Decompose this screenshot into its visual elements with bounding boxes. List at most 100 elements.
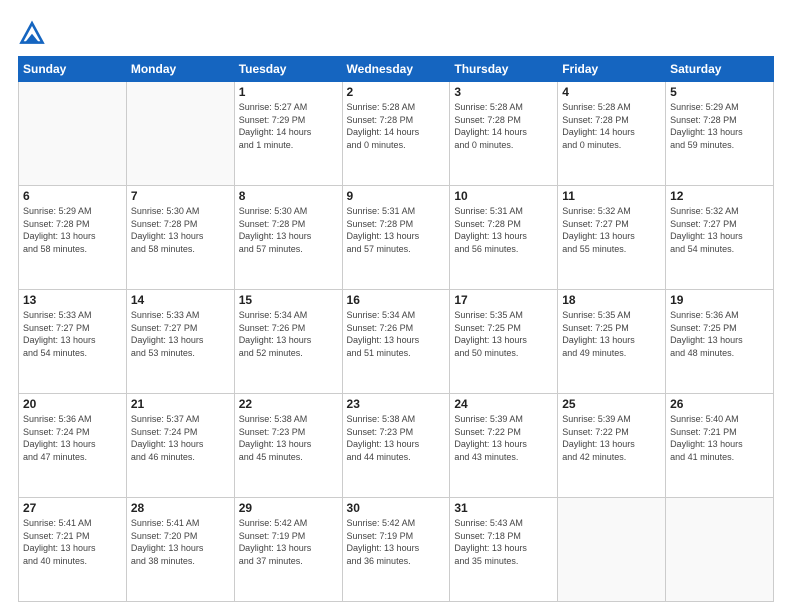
weekday-header-saturday: Saturday — [666, 57, 774, 82]
day-number: 18 — [562, 293, 661, 307]
day-info: Sunrise: 5:38 AM Sunset: 7:23 PM Dayligh… — [347, 413, 446, 463]
empty-cell — [126, 82, 234, 186]
day-cell-29: 29Sunrise: 5:42 AM Sunset: 7:19 PM Dayli… — [234, 498, 342, 602]
day-info: Sunrise: 5:31 AM Sunset: 7:28 PM Dayligh… — [454, 205, 553, 255]
day-cell-19: 19 Sunrise: 5:36 AM Sunset: 7:25 PM Dayli… — [666, 290, 774, 394]
weekday-header-wednesday: Wednesday — [342, 57, 450, 82]
day-cell-5: 5 Sunrise: 5:29 AM Sunset: 7:28 PM Daylig… — [666, 82, 774, 186]
day-number: 5 — [670, 85, 769, 99]
week-row-5: 27 Sunrise: 5:41 AM Sunset: 7:21 PM Dayli… — [19, 498, 774, 602]
day-info: Sunrise: 5:28 AM Sunset: 7:28 PM Dayligh… — [562, 101, 661, 151]
day-info: Sunrise: 5:36 AM Sunset: 7:25 PM Dayligh… — [670, 309, 769, 359]
day-number: 13 — [23, 293, 122, 307]
day-cell-11: 11 Sunrise: 5:32 AM Sunset: 7:27 PM Dayli… — [558, 186, 666, 290]
day-number: 23 — [347, 397, 446, 411]
logo — [18, 18, 50, 46]
day-number: 8 — [239, 189, 338, 203]
day-cell-20: 20 Sunrise: 5:36 AM Sunset: 7:24 PM Dayli… — [19, 394, 127, 498]
day-cell-14: 14Sunrise: 5:33 AM Sunset: 7:27 PM Dayli… — [126, 290, 234, 394]
day-cell-9: 9Sunrise: 5:31 AM Sunset: 7:28 PM Daylig… — [342, 186, 450, 290]
empty-cell — [666, 498, 774, 602]
day-cell-15: 15 Sunrise: 5:34 AM Sunset: 7:26 PM Dayli… — [234, 290, 342, 394]
day-info: Sunrise: 5:35 AM Sunset: 7:25 PM Dayligh… — [454, 309, 553, 359]
day-number: 15 — [239, 293, 338, 307]
day-number: 22 — [239, 397, 338, 411]
day-number: 10 — [454, 189, 553, 203]
day-info: Sunrise: 5:40 AM Sunset: 7:21 PM Dayligh… — [670, 413, 769, 463]
day-info: Sunrise: 5:42 AM Sunset: 7:19 PM Dayligh… — [347, 517, 446, 567]
day-number: 31 — [454, 501, 553, 515]
day-info: Sunrise: 5:36 AM Sunset: 7:24 PM Dayligh… — [23, 413, 122, 463]
day-info: Sunrise: 5:42 AM Sunset: 7:19 PM Dayligh… — [239, 517, 338, 567]
day-cell-25: 25 Sunrise: 5:39 AM Sunset: 7:22 PM Dayli… — [558, 394, 666, 498]
day-info: Sunrise: 5:33 AM Sunset: 7:27 PM Dayligh… — [131, 309, 230, 359]
day-info: Sunrise: 5:41 AM Sunset: 7:20 PM Dayligh… — [131, 517, 230, 567]
weekday-header-thursday: Thursday — [450, 57, 558, 82]
day-cell-8: 8Sunrise: 5:30 AM Sunset: 7:28 PM Daylig… — [234, 186, 342, 290]
day-info: Sunrise: 5:29 AM Sunset: 7:28 PM Dayligh… — [670, 101, 769, 151]
day-number: 19 — [670, 293, 769, 307]
day-cell-27: 27 Sunrise: 5:41 AM Sunset: 7:21 PM Dayli… — [19, 498, 127, 602]
day-number: 3 — [454, 85, 553, 99]
day-number: 16 — [347, 293, 446, 307]
day-cell-17: 17 Sunrise: 5:35 AM Sunset: 7:25 PM Dayli… — [450, 290, 558, 394]
day-cell-7: 7 Sunrise: 5:30 AM Sunset: 7:28 PM Daylig… — [126, 186, 234, 290]
day-info: Sunrise: 5:37 AM Sunset: 7:24 PM Dayligh… — [131, 413, 230, 463]
day-info: Sunrise: 5:34 AM Sunset: 7:26 PM Dayligh… — [347, 309, 446, 359]
day-number: 21 — [131, 397, 230, 411]
day-info: Sunrise: 5:30 AM Sunset: 7:28 PM Dayligh… — [131, 205, 230, 255]
day-info: Sunrise: 5:32 AM Sunset: 7:27 PM Dayligh… — [670, 205, 769, 255]
day-number: 9 — [347, 189, 446, 203]
day-info: Sunrise: 5:38 AM Sunset: 7:23 PM Dayligh… — [239, 413, 338, 463]
empty-cell — [19, 82, 127, 186]
day-number: 27 — [23, 501, 122, 515]
logo-icon — [18, 18, 46, 46]
day-cell-21: 21 Sunrise: 5:37 AM Sunset: 7:24 PM Dayli… — [126, 394, 234, 498]
calendar-table: SundayMondayTuesdayWednesdayThursdayFrid… — [18, 56, 774, 602]
day-number: 6 — [23, 189, 122, 203]
day-cell-28: 28 Sunrise: 5:41 AM Sunset: 7:20 PM Dayli… — [126, 498, 234, 602]
day-cell-2: 2 Sunrise: 5:28 AM Sunset: 7:28 PM Daylig… — [342, 82, 450, 186]
day-number: 17 — [454, 293, 553, 307]
day-info: Sunrise: 5:27 AM Sunset: 7:29 PM Dayligh… — [239, 101, 338, 151]
weekday-header-monday: Monday — [126, 57, 234, 82]
day-info: Sunrise: 5:33 AM Sunset: 7:27 PM Dayligh… — [23, 309, 122, 359]
day-cell-6: 6Sunrise: 5:29 AM Sunset: 7:28 PM Daylig… — [19, 186, 127, 290]
day-info: Sunrise: 5:28 AM Sunset: 7:28 PM Dayligh… — [347, 101, 446, 151]
header — [18, 18, 774, 46]
day-number: 24 — [454, 397, 553, 411]
weekday-header-row: SundayMondayTuesdayWednesdayThursdayFrid… — [19, 57, 774, 82]
day-number: 2 — [347, 85, 446, 99]
day-number: 26 — [670, 397, 769, 411]
day-info: Sunrise: 5:35 AM Sunset: 7:25 PM Dayligh… — [562, 309, 661, 359]
day-number: 12 — [670, 189, 769, 203]
day-info: Sunrise: 5:43 AM Sunset: 7:18 PM Dayligh… — [454, 517, 553, 567]
day-cell-31: 31 Sunrise: 5:43 AM Sunset: 7:18 PM Dayli… — [450, 498, 558, 602]
day-info: Sunrise: 5:39 AM Sunset: 7:22 PM Dayligh… — [562, 413, 661, 463]
day-number: 20 — [23, 397, 122, 411]
week-row-1: 1Sunrise: 5:27 AM Sunset: 7:29 PM Daylig… — [19, 82, 774, 186]
day-number: 25 — [562, 397, 661, 411]
day-cell-24: 24Sunrise: 5:39 AM Sunset: 7:22 PM Dayli… — [450, 394, 558, 498]
day-cell-18: 18 Sunrise: 5:35 AM Sunset: 7:25 PM Dayli… — [558, 290, 666, 394]
day-info: Sunrise: 5:34 AM Sunset: 7:26 PM Dayligh… — [239, 309, 338, 359]
weekday-header-sunday: Sunday — [19, 57, 127, 82]
day-number: 28 — [131, 501, 230, 515]
page: SundayMondayTuesdayWednesdayThursdayFrid… — [0, 0, 792, 612]
day-cell-26: 26 Sunrise: 5:40 AM Sunset: 7:21 PM Dayli… — [666, 394, 774, 498]
week-row-3: 13 Sunrise: 5:33 AM Sunset: 7:27 PM Dayli… — [19, 290, 774, 394]
day-cell-1: 1Sunrise: 5:27 AM Sunset: 7:29 PM Daylig… — [234, 82, 342, 186]
day-info: Sunrise: 5:41 AM Sunset: 7:21 PM Dayligh… — [23, 517, 122, 567]
day-cell-22: 22 Sunrise: 5:38 AM Sunset: 7:23 PM Dayli… — [234, 394, 342, 498]
week-row-2: 6Sunrise: 5:29 AM Sunset: 7:28 PM Daylig… — [19, 186, 774, 290]
day-number: 30 — [347, 501, 446, 515]
empty-cell — [558, 498, 666, 602]
day-info: Sunrise: 5:32 AM Sunset: 7:27 PM Dayligh… — [562, 205, 661, 255]
day-cell-30: 30 Sunrise: 5:42 AM Sunset: 7:19 PM Dayli… — [342, 498, 450, 602]
day-number: 7 — [131, 189, 230, 203]
day-cell-3: 3 Sunrise: 5:28 AM Sunset: 7:28 PM Daylig… — [450, 82, 558, 186]
day-info: Sunrise: 5:28 AM Sunset: 7:28 PM Dayligh… — [454, 101, 553, 151]
day-cell-23: 23 Sunrise: 5:38 AM Sunset: 7:23 PM Dayli… — [342, 394, 450, 498]
day-cell-12: 12 Sunrise: 5:32 AM Sunset: 7:27 PM Dayli… — [666, 186, 774, 290]
day-number: 11 — [562, 189, 661, 203]
